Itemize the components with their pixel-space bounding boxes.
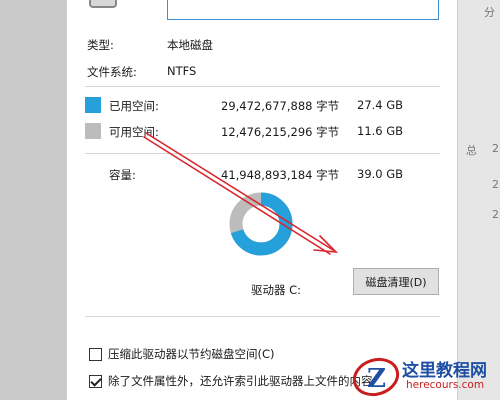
watermark-logo-icon: Z [352,357,400,397]
watermark-title: 这里教程网 [402,361,487,381]
watermark-url: herecours.com [406,379,485,391]
annotation-arrow-line [143,136,331,255]
annotation-arrows [143,132,339,255]
annotation-arrow-line [145,132,334,251]
annotation-arrow-head [313,235,339,253]
watermark-logo-letter: Z [367,364,386,394]
site-watermark: Z 这里教程网 herecours.com [350,352,500,400]
